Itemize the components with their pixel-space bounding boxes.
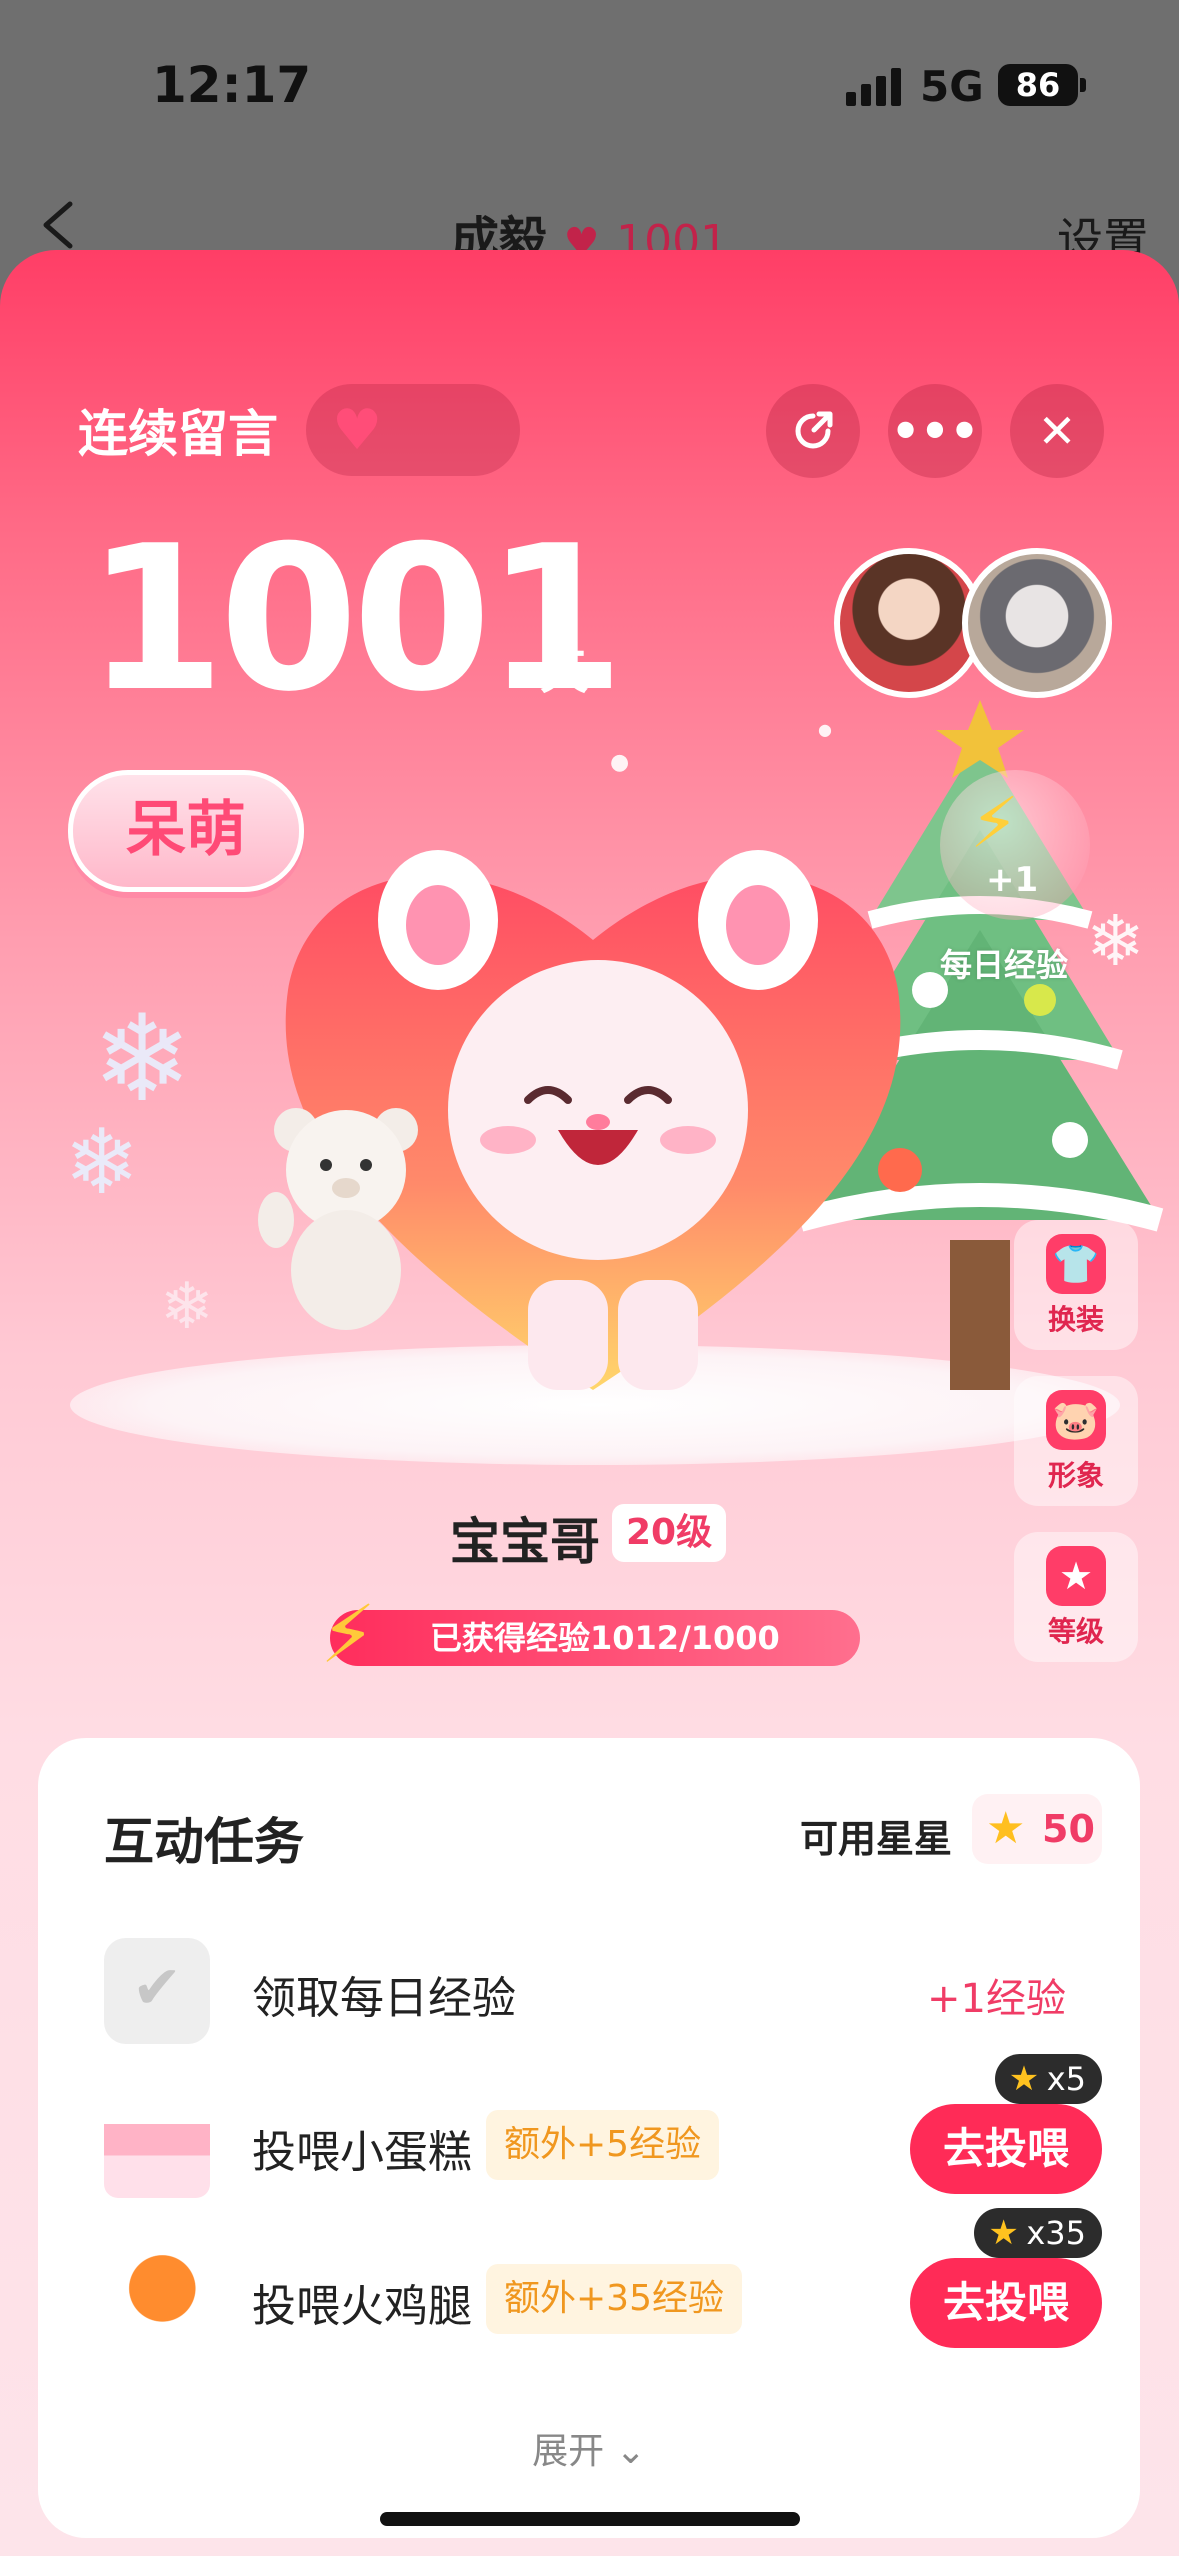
battery-icon: 86 <box>998 64 1078 106</box>
feed-cake-button[interactable]: 去投喂 <box>910 2104 1102 2194</box>
expand-label: 展开 <box>532 2431 605 2472</box>
task-row[interactable]: ✔ 领取每日经验 +1经验 <box>38 1932 1140 2052</box>
battery-tip <box>1080 78 1086 92</box>
expand-button[interactable]: 展开 ⌄ <box>38 2422 1140 2474</box>
network-label: 5G <box>920 62 984 111</box>
lightning-icon: ⚡ <box>320 1588 377 1681</box>
streak-days-unit: 天 <box>540 644 589 700</box>
cost-tag: ★ x5 <box>994 2054 1102 2104</box>
snowflake-icon: ❄ <box>160 1270 214 1344</box>
more-icon: ••• <box>890 404 980 458</box>
stars-count: 50 <box>1042 1807 1095 1851</box>
star-icon: ★ <box>1008 2059 1040 2099</box>
cost-tag: ★ x35 <box>974 2208 1102 2258</box>
close-button[interactable]: ✕ <box>1010 384 1104 478</box>
star-icon: ★ <box>1046 1546 1106 1606</box>
cost-value: x5 <box>1046 2060 1086 2098</box>
side-button-label: 等级 <box>1047 1615 1104 1648</box>
pet-level-badge: 20级 <box>612 1504 727 1562</box>
close-icon: ✕ <box>1037 404 1077 458</box>
snowflake-icon: ❄ <box>64 1110 140 1215</box>
level-button[interactable]: ★ 等级 <box>1014 1532 1138 1662</box>
exp-progress-bar: 已获得经验1012/1000 <box>330 1610 860 1666</box>
home-indicator[interactable] <box>380 2512 800 2526</box>
task-name: 领取每日经验 <box>252 1973 516 2024</box>
task-reward: +1经验 <box>927 1976 1066 2022</box>
pig-face-icon: 🐷 <box>1046 1390 1106 1450</box>
streak-days: 1001 <box>86 503 625 736</box>
tasks-title: 互动任务 <box>104 1813 304 1871</box>
share-button[interactable] <box>766 384 860 478</box>
task-extra-badge: 额外+5经验 <box>486 2110 720 2180</box>
streak-label: 连续留言 <box>78 405 278 463</box>
status-time: 12:17 <box>152 56 312 114</box>
pet-name: 宝宝哥 <box>450 1513 600 1571</box>
star-icon: ★ <box>988 2213 1019 2253</box>
shirt-icon: 👕 <box>1046 1234 1106 1294</box>
more-button[interactable]: ••• <box>888 384 982 478</box>
lightning-icon: ⚡ <box>970 782 1020 864</box>
task-row: 投喂小蛋糕 额外+5经验 去投喂 ★ x5 <box>38 2054 1140 2206</box>
task-name: 投喂小蛋糕 <box>252 2127 472 2178</box>
check-icon: ✔ <box>104 1938 210 2044</box>
star-icon: ★ <box>986 1803 1026 1854</box>
drumstick-icon <box>104 2246 210 2352</box>
stars-label: 可用星星 <box>800 1817 953 1861</box>
streak-toggle[interactable]: ♥ <box>306 384 520 476</box>
daily-exp-label: 每日经验 <box>940 946 1069 984</box>
chevron-down-icon: ⌄ <box>615 2431 646 2472</box>
status-bar: 12:17 5G 86 <box>0 0 1179 170</box>
tasks-card: 互动任务 可用星星 ★ 50 ✔ 领取每日经验 +1经验 投喂小蛋糕 额外+5经… <box>38 1738 1140 2538</box>
cost-value: x35 <box>1026 2214 1086 2252</box>
heart-icon: ♥ <box>332 398 383 463</box>
sparkle-icon: ● <box>610 750 630 775</box>
appearance-button[interactable]: 🐷 形象 <box>1014 1376 1138 1506</box>
daily-exp-plus: +1 <box>986 860 1039 900</box>
task-name: 投喂火鸡腿 <box>252 2281 472 2332</box>
feed-drumstick-button[interactable]: 去投喂 <box>910 2258 1102 2348</box>
task-extra-badge: 额外+35经验 <box>486 2264 742 2334</box>
stars-balance[interactable]: ★ 50 <box>972 1794 1102 1864</box>
side-button-label: 形象 <box>1047 1459 1104 1492</box>
snowflake-icon: ❄ <box>92 990 193 1129</box>
cake-icon <box>104 2092 210 2198</box>
teddy-bear <box>258 1108 418 1330</box>
side-button-label: 换装 <box>1047 1303 1104 1336</box>
exp-progress-text: 已获得经验1012/1000 <box>430 1619 780 1657</box>
dress-up-button[interactable]: 👕 换装 <box>1014 1220 1138 1350</box>
signal-icon <box>846 66 902 106</box>
task-row: 投喂火鸡腿 额外+35经验 去投喂 ★ x35 <box>38 2208 1140 2360</box>
share-icon <box>795 411 833 449</box>
avatar[interactable] <box>962 548 1112 698</box>
